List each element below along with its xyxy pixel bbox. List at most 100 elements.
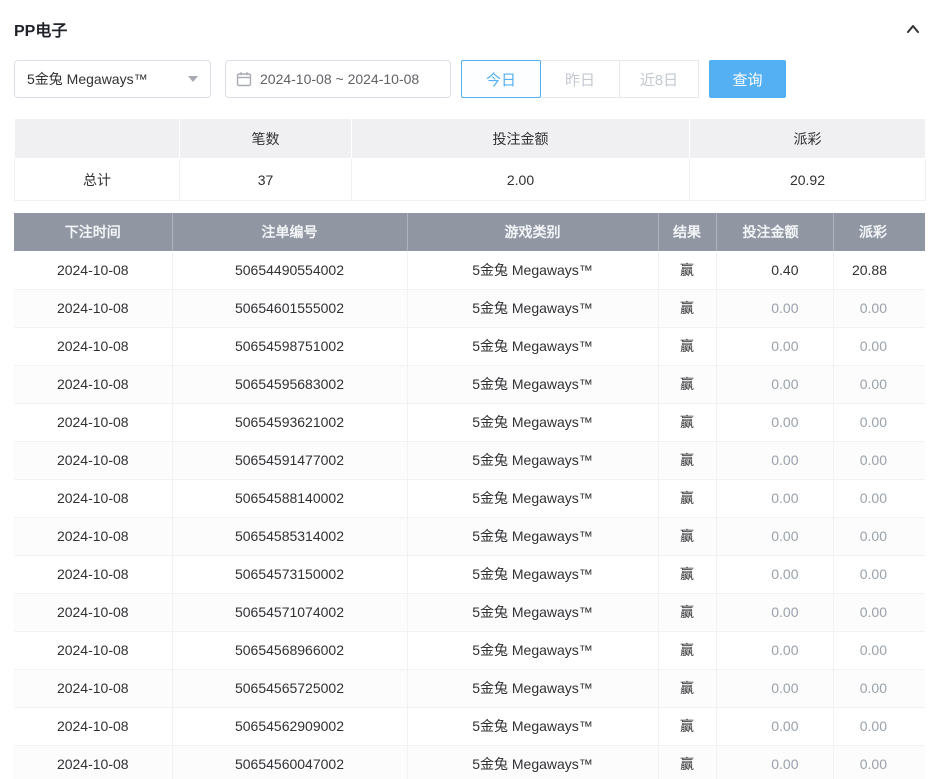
cell-game: 5金兔 Megaways™: [407, 631, 658, 669]
cell-bet_id: 50654573150002: [172, 555, 407, 593]
calendar-icon: [236, 71, 252, 87]
cell-time: 2024-10-08: [14, 289, 172, 327]
cell-time: 2024-10-08: [14, 327, 172, 365]
cell-result: 赢: [658, 745, 716, 779]
table-row: 2024-10-08506545600470025金兔 Megaways™赢0.…: [14, 745, 925, 779]
summary-header-count: 笔数: [180, 119, 352, 159]
cell-payout: 0.00: [833, 555, 925, 593]
cell-result: 赢: [658, 479, 716, 517]
cell-time: 2024-10-08: [14, 479, 172, 517]
game-select[interactable]: 5金兔 Megaways™: [14, 60, 211, 98]
cell-time: 2024-10-08: [14, 403, 172, 441]
cell-game: 5金兔 Megaways™: [407, 251, 658, 289]
quick-button-today[interactable]: 今日: [461, 60, 541, 98]
cell-payout: 0.00: [833, 403, 925, 441]
cell-game: 5金兔 Megaways™: [407, 593, 658, 631]
cell-game: 5金兔 Megaways™: [407, 479, 658, 517]
cell-bet_amount: 0.40: [716, 251, 833, 289]
cell-result: 赢: [658, 441, 716, 479]
cell-payout: 0.00: [833, 441, 925, 479]
cell-bet_id: 50654490554002: [172, 251, 407, 289]
cell-time: 2024-10-08: [14, 669, 172, 707]
cell-bet_id: 50654565725002: [172, 669, 407, 707]
cell-game: 5金兔 Megaways™: [407, 327, 658, 365]
cell-result: 赢: [658, 593, 716, 631]
cell-payout: 0.00: [833, 365, 925, 403]
table-row: 2024-10-08506545881400025金兔 Megaways™赢0.…: [14, 479, 925, 517]
cell-payout: 0.00: [833, 669, 925, 707]
header-bet-amount: 投注金额: [716, 213, 833, 251]
cell-payout: 0.00: [833, 745, 925, 779]
date-range-value: 2024-10-08 ~ 2024-10-08: [260, 71, 419, 87]
cell-bet_amount: 0.00: [716, 707, 833, 745]
cell-payout: 0.00: [833, 327, 925, 365]
quick-button-last-8-days[interactable]: 近8日: [619, 60, 699, 98]
cell-bet_amount: 0.00: [716, 365, 833, 403]
cell-result: 赢: [658, 327, 716, 365]
cell-result: 赢: [658, 289, 716, 327]
cell-result: 赢: [658, 631, 716, 669]
table-row: 2024-10-08506545987510025金兔 Megaways™赢0.…: [14, 327, 925, 365]
cell-payout: 0.00: [833, 707, 925, 745]
game-select-value: 5金兔 Megaways™: [27, 69, 148, 89]
cell-time: 2024-10-08: [14, 517, 172, 555]
table-row: 2024-10-08506545689660025金兔 Megaways™赢0.…: [14, 631, 925, 669]
cell-payout: 0.00: [833, 479, 925, 517]
cell-game: 5金兔 Megaways™: [407, 441, 658, 479]
cell-bet_id: 50654562909002: [172, 707, 407, 745]
summary-header-blank: [15, 119, 180, 159]
table-row: 2024-10-08506544905540025金兔 Megaways™赢0.…: [14, 251, 925, 289]
header-game-category: 游戏类别: [407, 213, 658, 251]
collapse-chevron-up-icon[interactable]: [901, 17, 925, 41]
page-title: PP电子: [14, 17, 67, 41]
cell-time: 2024-10-08: [14, 745, 172, 779]
date-range-input[interactable]: 2024-10-08 ~ 2024-10-08: [225, 60, 451, 98]
pp-electronic-panel: PP电子 5金兔 Megaways™ 2024-10-08 ~ 2024-10-…: [0, 0, 939, 779]
cell-bet_id: 50654595683002: [172, 365, 407, 403]
cell-game: 5金兔 Megaways™: [407, 707, 658, 745]
table-row: 2024-10-08506545731500025金兔 Megaways™赢0.…: [14, 555, 925, 593]
cell-time: 2024-10-08: [14, 555, 172, 593]
cell-result: 赢: [658, 365, 716, 403]
cell-bet_id: 50654585314002: [172, 517, 407, 555]
cell-bet_amount: 0.00: [716, 479, 833, 517]
cell-result: 赢: [658, 669, 716, 707]
cell-game: 5金兔 Megaways™: [407, 365, 658, 403]
table-row: 2024-10-08506546015550025金兔 Megaways™赢 0.…: [14, 289, 925, 327]
cell-time: 2024-10-08: [14, 707, 172, 745]
panel-header: PP电子: [14, 14, 925, 44]
cell-bet_amount: 0.00: [716, 631, 833, 669]
cell-bet_amount: 0.00: [716, 403, 833, 441]
cell-bet_id: 50654568966002: [172, 631, 407, 669]
cell-payout: 0.00: [833, 631, 925, 669]
cell-time: 2024-10-08: [14, 365, 172, 403]
cell-bet_amount: 0.00: [716, 555, 833, 593]
summary-total-payout: 20.92: [690, 159, 926, 201]
summary-table: 笔数 投注金额 派彩 总计 37 2.00 20.92: [14, 118, 926, 201]
cell-game: 5金兔 Megaways™: [407, 669, 658, 707]
bet-records-table: 下注时间 注单编号 游戏类别 结果 投注金额 派彩 2024-10-085065…: [14, 213, 925, 779]
summary-total-count: 37: [180, 159, 352, 201]
quick-button-yesterday[interactable]: 昨日: [540, 60, 620, 98]
filter-row: 5金兔 Megaways™ 2024-10-08 ~ 2024-10-08 今日…: [14, 60, 925, 98]
cell-bet_id: 50654598751002: [172, 327, 407, 365]
cell-bet_id: 50654601555002: [172, 289, 407, 327]
cell-bet_amount: 0.00: [716, 517, 833, 555]
header-bet-id: 注单编号: [172, 213, 407, 251]
cell-game: 5金兔 Megaways™: [407, 745, 658, 779]
cell-game: 5金兔 Megaways™: [407, 289, 658, 327]
cell-payout: 0.00: [833, 289, 925, 327]
cell-payout: 0.00: [833, 517, 925, 555]
cell-result: 赢: [658, 707, 716, 745]
table-row: 2024-10-08506545629090025金兔 Megaways™赢0.…: [14, 707, 925, 745]
summary-total-bet-amount: 2.00: [352, 159, 690, 201]
cell-result: 赢: [658, 403, 716, 441]
summary-header-row: 笔数 投注金额 派彩: [15, 119, 926, 159]
cell-bet_amount: 0.00: [716, 327, 833, 365]
cell-bet_id: 50654588140002: [172, 479, 407, 517]
search-button[interactable]: 查询: [709, 60, 786, 98]
cell-bet_amount: 0.00: [716, 745, 833, 779]
cell-bet_amount: 0.00: [716, 441, 833, 479]
cell-time: 2024-10-08: [14, 593, 172, 631]
cell-bet_id: 50654591477002: [172, 441, 407, 479]
